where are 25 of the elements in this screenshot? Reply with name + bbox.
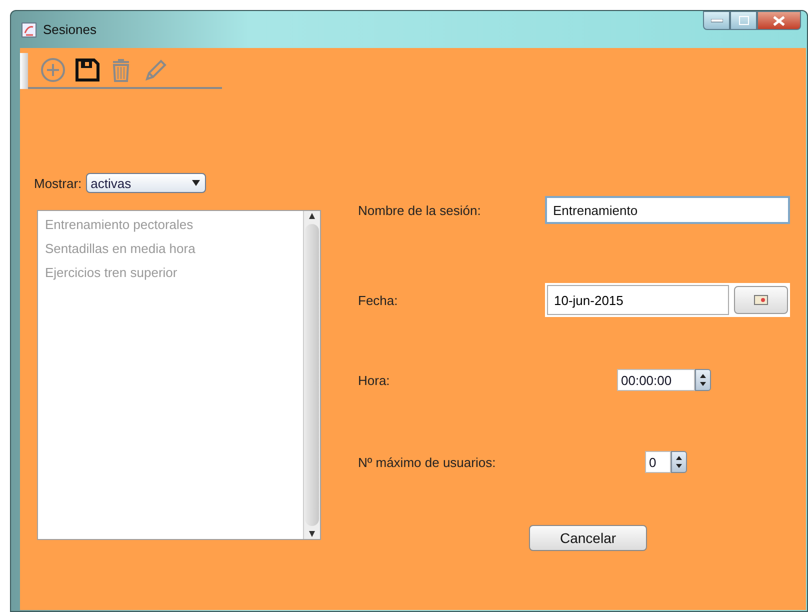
field-label: Hora: bbox=[358, 372, 391, 388]
close-button[interactable] bbox=[757, 11, 801, 30]
cancel-button[interactable]: Cancelar bbox=[529, 525, 647, 551]
filter-label: Mostrar: bbox=[34, 176, 82, 190]
maximize-icon bbox=[738, 16, 748, 25]
spinner-arrows[interactable] bbox=[671, 451, 687, 473]
spinner-arrows[interactable] bbox=[695, 369, 711, 391]
app-icon bbox=[21, 22, 37, 38]
name-field[interactable]: Entrenamiento bbox=[545, 196, 790, 224]
field-label: Nombre de la sesión: bbox=[358, 202, 482, 218]
filter-dropdown[interactable]: activas bbox=[86, 173, 206, 193]
spinner-field[interactable]: 00:00:00 bbox=[617, 369, 695, 391]
field-label: Nº máximo de usuarios: bbox=[358, 454, 497, 470]
maximize-button[interactable] bbox=[730, 11, 757, 30]
date-field[interactable]: 10-jun-2015 bbox=[547, 285, 729, 315]
spinner-field[interactable]: 0 bbox=[645, 451, 671, 473]
caret-icon bbox=[190, 179, 201, 187]
close-icon bbox=[773, 16, 785, 26]
toolbar-grip[interactable] bbox=[20, 53, 28, 89]
minimize-button[interactable] bbox=[703, 11, 730, 30]
window-title: Sesiones bbox=[43, 22, 96, 37]
calendar-button[interactable] bbox=[734, 286, 788, 314]
minimize-icon bbox=[710, 18, 722, 22]
field-label: Fecha: bbox=[358, 292, 399, 308]
calendar-icon bbox=[754, 295, 768, 305]
